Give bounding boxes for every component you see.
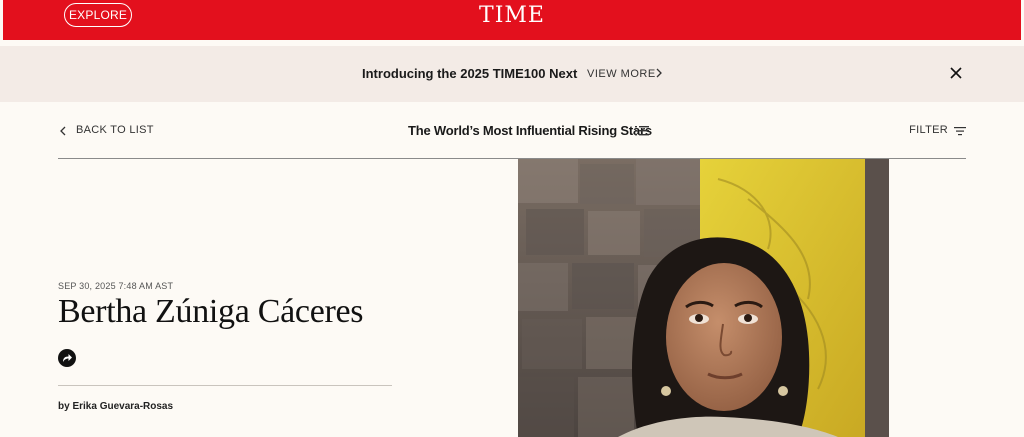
- article-date: SEP 30, 2025 7:48 AM AST: [58, 281, 174, 291]
- share-button[interactable]: [58, 349, 76, 367]
- list-icon[interactable]: [634, 124, 650, 138]
- portrait-image: [518, 159, 889, 437]
- chevron-left-icon[interactable]: [58, 124, 68, 138]
- top-bar: EXPLORE TIME: [3, 0, 1021, 40]
- chevron-right-icon[interactable]: [654, 66, 664, 80]
- promo-text: Introducing the 2025 TIME100 Next: [362, 66, 578, 81]
- promo-banner: Introducing the 2025 TIME100 Next VIEW M…: [0, 46, 1024, 102]
- portrait-photo: [518, 159, 889, 437]
- time-logo[interactable]: TIME: [3, 3, 1021, 29]
- close-icon[interactable]: [949, 66, 963, 80]
- share-arrow-icon: [63, 354, 72, 362]
- article-headline: Bertha Zúniga Cáceres: [58, 293, 364, 330]
- list-title: The World’s Most Influential Rising Star…: [408, 123, 652, 138]
- filter-button[interactable]: FILTER: [909, 123, 948, 138]
- byline-divider: [58, 385, 392, 386]
- list-subnav: BACK TO LIST The World’s Most Influentia…: [58, 112, 966, 159]
- view-more-link[interactable]: VIEW MORE: [587, 67, 656, 82]
- article-byline: by Erika Guevara-Rosas: [58, 401, 174, 412]
- filter-icon[interactable]: [954, 125, 966, 137]
- back-to-list-link[interactable]: BACK TO LIST: [76, 123, 154, 138]
